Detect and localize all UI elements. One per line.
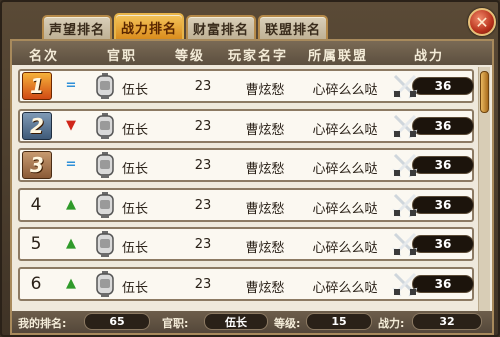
ranking-row[interactable]: 3 = 伍长 23 曹炫愁 心碎么么哒 36 [18, 148, 474, 182]
ranking-row[interactable]: 5 ▲ 伍长 23 曹炫愁 心碎么么哒 36 [18, 227, 474, 261]
player-name[interactable]: 曹炫愁 [230, 277, 300, 296]
trend-up-icon: ▲ [66, 236, 76, 251]
rank-number: 6 [30, 273, 42, 294]
power-display: 36 [392, 73, 474, 99]
level-text: 23 [194, 197, 212, 213]
crossed-swords-icon [392, 231, 418, 257]
my-ranking-footer: 我的排名: 65 官职: 伍长 等级: 15 战力: 32 [12, 311, 492, 333]
player-name[interactable]: 曹炫愁 [230, 198, 300, 217]
alliance-name[interactable]: 心碎么么哒 [304, 79, 386, 98]
rank-title-icon [94, 231, 116, 257]
power-value: 36 [412, 156, 474, 174]
my-title-label: 官职: [162, 317, 189, 330]
tab-power-ranking[interactable]: 战力排名 [114, 13, 184, 40]
power-display: 36 [392, 231, 474, 257]
level-text: 23 [194, 276, 212, 292]
col-power: 战力 [413, 49, 444, 64]
title-text: 伍长 [122, 162, 149, 177]
close-button[interactable]: ✕ [468, 8, 496, 36]
power-value: 36 [412, 116, 474, 135]
my-rank-label: 我的排名: [18, 317, 67, 330]
tab-bar: 声望排名 战力排名 财富排名 联盟排名 ✕ [2, 2, 500, 40]
title-text: 伍长 [122, 83, 149, 98]
rank-title-icon [94, 191, 116, 218]
tab-prestige-ranking[interactable]: 声望排名 [42, 15, 112, 39]
level-text: 23 [194, 79, 212, 94]
alliance-name[interactable]: 心碎么么哒 [304, 198, 386, 217]
my-power-value: 32 [412, 313, 482, 330]
rank-title-icon [94, 152, 116, 178]
my-level-label: 等级: [274, 317, 301, 330]
power-display: 36 [392, 152, 474, 178]
alliance-name[interactable]: 心碎么么哒 [304, 119, 386, 138]
crossed-swords-icon [392, 152, 418, 178]
ranking-row[interactable]: 6 ▲ 伍长 23 曹炫愁 心碎么么哒 36 [18, 266, 474, 301]
level-text: 23 [194, 158, 212, 173]
power-display: 36 [392, 192, 474, 218]
ranking-row[interactable]: 4 ▲ 伍长 23 曹炫愁 心碎么么哒 36 [18, 187, 474, 222]
power-display: 36 [392, 271, 474, 297]
level-text: 23 [194, 118, 212, 134]
tab-wealth-ranking[interactable]: 财富排名 [186, 15, 256, 39]
trend-down-icon: ▼ [66, 117, 76, 133]
ranking-panel: 声望排名 战力排名 财富排名 联盟排名 ✕ 名次 官职 等级 玩家名字 所属联盟… [0, 0, 500, 337]
trend-up-icon: ▲ [66, 275, 76, 291]
player-name[interactable]: 曹炫愁 [230, 79, 300, 98]
crossed-swords-icon [392, 113, 418, 139]
title-text: 伍长 [122, 241, 149, 256]
close-icon: ✕ [475, 12, 489, 32]
rank-title-icon [94, 112, 116, 139]
col-rank: 名次 [28, 49, 59, 64]
ranking-content: 名次 官职 等级 玩家名字 所属联盟 战力 1 = 伍长 23 曹炫愁 心碎么么哒 36 2 ▼… [10, 39, 494, 335]
rank-number: 4 [30, 194, 42, 215]
title-text: 伍长 [122, 280, 149, 296]
ranking-row[interactable]: 1 = 伍长 23 曹炫愁 心碎么么哒 36 [18, 69, 474, 103]
rank-title-icon [94, 73, 116, 99]
power-display: 36 [392, 113, 474, 139]
rank-medal: 1 [22, 72, 52, 100]
col-title: 官职 [106, 49, 137, 64]
rank-medal: 2 [22, 111, 52, 140]
my-level-value: 15 [306, 313, 372, 330]
scrollbar[interactable] [478, 67, 490, 311]
title-text: 伍长 [122, 201, 149, 217]
power-value: 36 [412, 77, 474, 95]
scroll-thumb[interactable] [480, 71, 489, 113]
my-title-value: 伍长 [204, 313, 268, 330]
player-name[interactable]: 曹炫愁 [230, 119, 300, 138]
player-name[interactable]: 曹炫愁 [230, 158, 300, 177]
trend-same-icon: = [65, 78, 77, 93]
power-value: 36 [412, 195, 474, 214]
alliance-name[interactable]: 心碎么么哒 [304, 277, 386, 296]
crossed-swords-icon [392, 271, 418, 297]
rank-medal: 3 [22, 151, 52, 179]
alliance-name[interactable]: 心碎么么哒 [304, 237, 386, 256]
col-player-name: 玩家名字 [227, 49, 288, 64]
trend-same-icon: = [65, 157, 77, 172]
power-value: 36 [412, 274, 474, 293]
rank-title-icon [94, 270, 116, 297]
tab-alliance-ranking[interactable]: 联盟排名 [258, 15, 328, 39]
my-power-label: 战力: [378, 317, 405, 330]
trend-up-icon: ▲ [66, 196, 76, 212]
col-alliance: 所属联盟 [307, 49, 368, 64]
player-name[interactable]: 曹炫愁 [230, 237, 300, 256]
title-text: 伍长 [122, 122, 149, 138]
crossed-swords-icon [392, 73, 418, 99]
crossed-swords-icon [392, 192, 418, 218]
my-rank-value: 65 [84, 313, 150, 330]
power-value: 36 [412, 235, 474, 253]
ranking-row[interactable]: 2 ▼ 伍长 23 曹炫愁 心碎么么哒 36 [18, 108, 474, 143]
ranking-list[interactable]: 1 = 伍长 23 曹炫愁 心碎么么哒 36 2 ▼ 伍长 23 曹炫愁 心碎么么哒 36 3 = 伍长 23 曹炫… [12, 65, 478, 311]
alliance-name[interactable]: 心碎么么哒 [304, 158, 386, 177]
col-level: 等级 [174, 49, 205, 64]
column-header: 名次 官职 等级 玩家名字 所属联盟 战力 [12, 41, 492, 65]
rank-number: 5 [30, 234, 42, 254]
level-text: 23 [194, 237, 212, 252]
